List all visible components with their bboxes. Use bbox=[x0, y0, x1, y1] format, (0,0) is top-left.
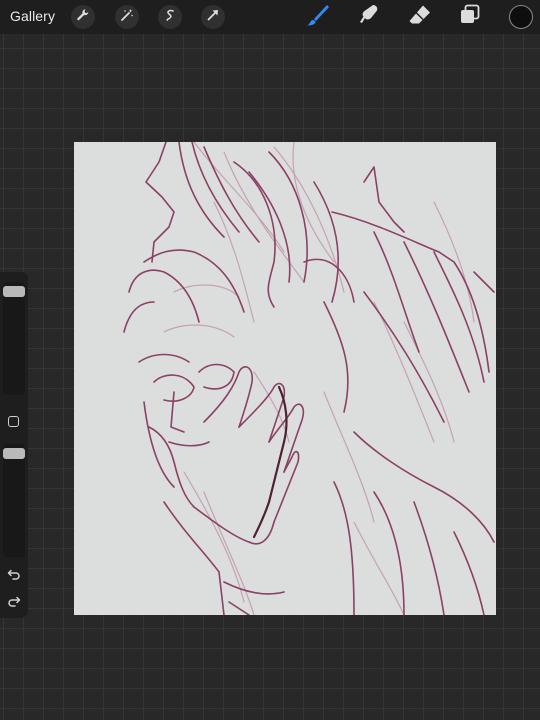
actions-button[interactable] bbox=[71, 5, 95, 29]
brush-size-handle[interactable] bbox=[3, 286, 25, 297]
selection-icon bbox=[163, 8, 177, 27]
smudge-icon bbox=[356, 2, 382, 33]
undo-icon[interactable] bbox=[6, 567, 22, 581]
layers-button[interactable] bbox=[457, 4, 483, 30]
brush-icon bbox=[305, 2, 331, 33]
brush-size-slider[interactable] bbox=[3, 282, 25, 395]
layers-icon bbox=[457, 2, 483, 33]
top-toolbar: Gallery bbox=[0, 0, 540, 34]
eraser-icon bbox=[407, 2, 433, 33]
sketch-artwork bbox=[123, 142, 495, 615]
opacity-slider[interactable] bbox=[3, 444, 25, 557]
opacity-handle[interactable] bbox=[3, 448, 25, 459]
wrench-icon bbox=[76, 8, 90, 27]
brush-button[interactable] bbox=[305, 4, 331, 30]
eraser-button[interactable] bbox=[407, 4, 433, 30]
adjustments-button[interactable] bbox=[115, 5, 139, 29]
transform-button[interactable] bbox=[201, 5, 225, 29]
magic-wand-icon bbox=[120, 8, 134, 27]
modify-square-icon[interactable] bbox=[8, 416, 19, 427]
transform-arrow-icon bbox=[206, 8, 220, 27]
selection-button[interactable] bbox=[158, 5, 182, 29]
redo-icon[interactable] bbox=[6, 594, 22, 608]
drawing-canvas[interactable] bbox=[74, 142, 496, 615]
smudge-button[interactable] bbox=[356, 4, 382, 30]
gallery-button[interactable]: Gallery bbox=[10, 8, 55, 24]
color-picker-button[interactable] bbox=[509, 5, 533, 29]
